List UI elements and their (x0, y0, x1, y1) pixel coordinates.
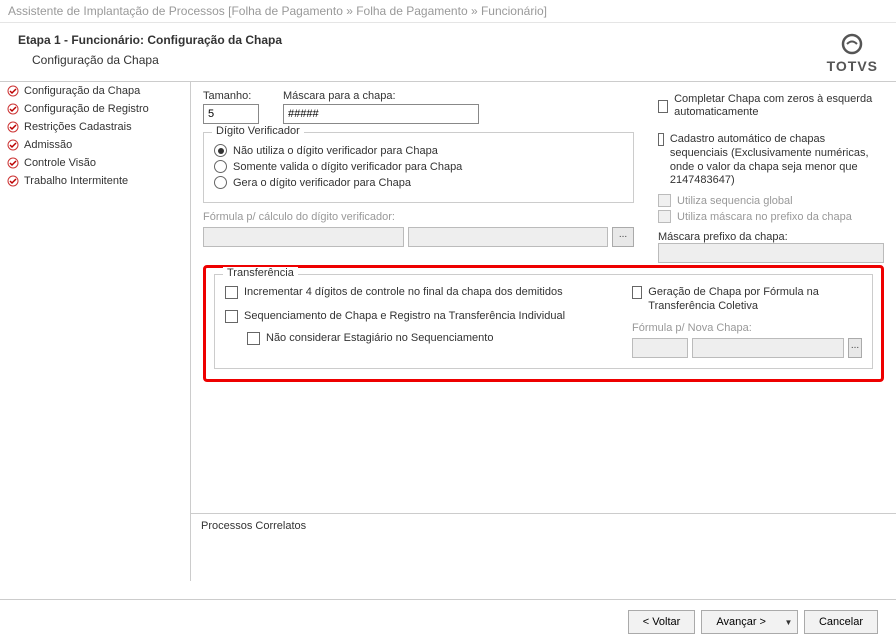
sidebar-item-restricoes[interactable]: Restrições Cadastrais (0, 118, 190, 136)
check-icon (6, 174, 20, 188)
mascara-prefixo-label: Máscara prefixo da chapa: (658, 231, 788, 243)
formula-nova-label: Fórmula p/ Nova Chapa: (632, 322, 752, 334)
step-title: Etapa 1 - Funcionário: Configuração da C… (18, 33, 878, 47)
dv-radio-somente-valida[interactable] (214, 160, 227, 173)
dv-opt3-label: Gera o dígito verificador para Chapa (233, 177, 411, 189)
formula-calc-lookup-button: ... (612, 227, 634, 247)
processos-correlatos: Processos Correlatos (191, 513, 896, 581)
check-icon (6, 102, 20, 116)
dv-radio-nao-utiliza[interactable] (214, 144, 227, 157)
tamanho-input[interactable] (203, 104, 259, 124)
sidebar-item-label: Controle Visão (24, 157, 96, 169)
sequenciamento-label: Sequenciamento de Chapa e Registro na Tr… (244, 310, 565, 324)
mascara-prefixo-checkbox (658, 210, 671, 223)
completar-checkbox[interactable] (658, 100, 668, 113)
cadastro-auto-label: Cadastro automático de chapas sequenciai… (670, 133, 884, 188)
sidebar-item-label: Restrições Cadastrais (24, 121, 132, 133)
geracao-formula-checkbox[interactable] (632, 286, 642, 299)
incrementar-checkbox[interactable] (225, 286, 238, 299)
avancar-split-button[interactable]: Avançar > ▼ (701, 610, 798, 634)
dv-opt1-label: Não utiliza o dígito verificador para Ch… (233, 145, 438, 157)
geracao-formula-label: Geração de Chapa por Fórmula na Transfer… (648, 286, 862, 314)
dv-legend: Dígito Verificador (212, 125, 304, 137)
seq-global-label: Utiliza sequencia global (677, 195, 793, 207)
check-icon (6, 84, 20, 98)
cancelar-button[interactable]: Cancelar (804, 610, 878, 634)
mascara-prefixo-chk-label: Utiliza máscara no prefixo da chapa (677, 211, 852, 223)
mascara-label: Máscara para a chapa: (283, 90, 483, 102)
sidebar-item-trabalho-intermitente[interactable]: Trabalho Intermitente (0, 172, 190, 190)
check-icon (6, 138, 20, 152)
mascara-prefixo-input (658, 243, 884, 263)
mascara-input[interactable] (283, 104, 479, 124)
main-panel: Tamanho: Máscara para a chapa: Completar… (191, 82, 896, 581)
sidebar-item-label: Trabalho Intermitente (24, 175, 128, 187)
incrementar-label: Incrementar 4 dígitos de controle no fin… (244, 286, 563, 300)
tamanho-label: Tamanho: (203, 90, 267, 102)
formula-calc-label: Fórmula p/ cálculo do dígito verificador… (203, 211, 395, 223)
voltar-button[interactable]: < Voltar (628, 610, 696, 634)
dv-fieldset: Dígito Verificador Não utiliza o dígito … (203, 132, 634, 203)
avancar-button[interactable]: Avançar > (701, 610, 780, 634)
nao-estagiario-label: Não considerar Estagiário no Sequenciame… (266, 332, 493, 344)
seq-global-checkbox (658, 194, 671, 207)
formula-calc-input2 (408, 227, 609, 247)
sidebar-item-controle-visao[interactable]: Controle Visão (0, 154, 190, 172)
sidebar-item-label: Configuração de Registro (24, 103, 149, 115)
sidebar: Configuração da Chapa Configuração de Re… (0, 82, 191, 581)
formula-nova-lookup-button: ... (848, 338, 862, 358)
sidebar-item-label: Configuração da Chapa (24, 85, 140, 97)
step-subtitle: Configuração da Chapa (18, 47, 878, 77)
formula-nova-input2 (692, 338, 844, 358)
sidebar-item-admissao[interactable]: Admissão (0, 136, 190, 154)
dv-opt2-label: Somente valida o dígito verificador para… (233, 161, 462, 173)
brand-logo: TOTVS (827, 32, 878, 74)
check-icon (6, 156, 20, 170)
footer: < Voltar Avançar > ▼ Cancelar (0, 599, 896, 644)
window-title: Assistente de Implantação de Processos [… (0, 0, 896, 23)
dv-radio-gera[interactable] (214, 176, 227, 189)
nao-estagiario-checkbox[interactable] (247, 332, 260, 345)
sidebar-item-label: Admissão (24, 139, 72, 151)
sidebar-item-config-chapa[interactable]: Configuração da Chapa (0, 82, 190, 100)
avancar-caret[interactable]: ▼ (780, 610, 798, 634)
transfer-highlight: Transferência Incrementar 4 dígitos de c… (203, 265, 884, 382)
totvs-icon (840, 32, 864, 56)
sequenciamento-checkbox[interactable] (225, 310, 238, 323)
formula-calc-input1 (203, 227, 404, 247)
transfer-legend: Transferência (223, 267, 298, 279)
sidebar-item-config-registro[interactable]: Configuração de Registro (0, 100, 190, 118)
check-icon (6, 120, 20, 134)
cadastro-auto-checkbox[interactable] (658, 133, 664, 146)
formula-nova-input1 (632, 338, 688, 358)
completar-label: Completar Chapa com zeros à esquerda aut… (674, 93, 884, 119)
